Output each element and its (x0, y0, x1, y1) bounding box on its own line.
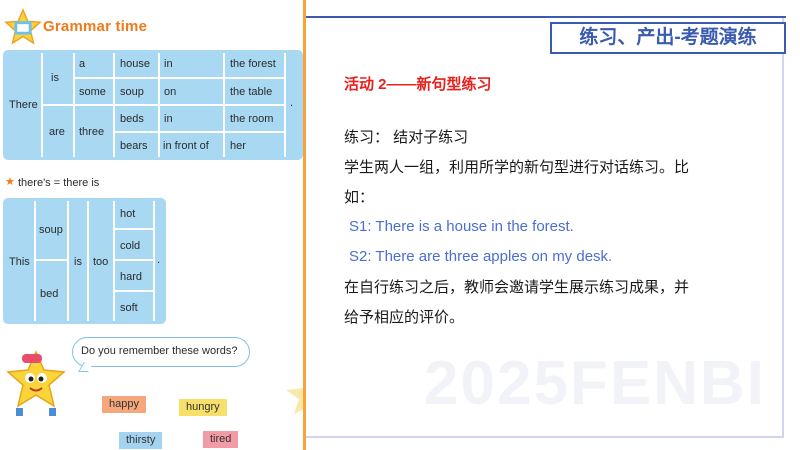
word-hard: hard (120, 271, 143, 283)
word-bed: bed (40, 288, 59, 300)
section-badge: 练习、产出-考题演练 (550, 22, 786, 54)
word-soft: soft (120, 302, 138, 314)
instruction-line-2: 如： (344, 189, 375, 206)
word-this: This (9, 256, 30, 268)
word-on: on (164, 86, 177, 98)
example-s1: S1: There is a house in the forest. (349, 218, 574, 235)
instruction-line-1: 学生两人一组，利用所学的新句型进行对话练习。比 (344, 159, 690, 176)
star-mascot-icon (6, 350, 66, 416)
word-card-tired: tired (203, 431, 239, 448)
word-house: house (120, 58, 150, 70)
word-card-happy: happy (102, 396, 146, 413)
bubble-question: Do you remember these words? (81, 345, 238, 357)
word-are: are (49, 126, 65, 138)
bubble-tail (78, 362, 94, 372)
word-hot: hot (120, 208, 136, 220)
grammar-time-title: Grammar time (43, 18, 148, 35)
word-soup-2: soup (39, 224, 63, 236)
word-beds: beds (120, 113, 144, 125)
word-in-1: in (164, 58, 173, 70)
word-card-hungry: hungry (179, 399, 227, 416)
word-some: some (79, 86, 106, 98)
slide-panel: 练习、产出-考题演练 2025FENBI 活动 2——新句型练习 练习： 结对子… (306, 0, 800, 450)
example-s2: S2: There are three apples on my desk. (349, 248, 613, 265)
word-is-2: is (74, 256, 82, 268)
textbook-page: Grammar time There is are a some three h… (0, 0, 306, 450)
word-her: her (230, 140, 246, 152)
contraction-note: there's = there is (18, 177, 100, 189)
word-the-forest: the forest (230, 58, 276, 70)
word-card-thirsty: thirsty (119, 432, 163, 449)
activity-title: 活动 2——新句型练习 (344, 76, 492, 93)
decorative-star-icon (286, 384, 306, 414)
word-in-2: in (164, 113, 173, 125)
orange-star-icon: ★ (5, 176, 15, 188)
table1-period: . (290, 97, 294, 109)
speech-bubble: Do you remember these words? (72, 337, 250, 372)
watermark: 2025FENBI (424, 349, 766, 418)
word-three: three (79, 126, 105, 138)
practice-line: 练习： 结对子练习 (344, 129, 469, 146)
word-bears: bears (120, 140, 148, 152)
word-in-front-of: in front of (163, 140, 209, 152)
word-the-table: the table (230, 86, 273, 98)
table2-period: . (157, 254, 161, 266)
word-too: too (93, 256, 109, 268)
word-there: There (9, 99, 38, 111)
closing-line-2: 给予相应的评价。 (344, 309, 465, 326)
word-a: a (79, 58, 86, 70)
star-logo-icon (4, 8, 42, 45)
word-the-room: the room (230, 113, 274, 125)
word-cold: cold (120, 240, 141, 252)
word-is: is (51, 72, 59, 84)
word-soup: soup (120, 86, 144, 98)
closing-line-1: 在自行练习之后，教师会邀请学生展示练习成果，并 (344, 279, 690, 296)
